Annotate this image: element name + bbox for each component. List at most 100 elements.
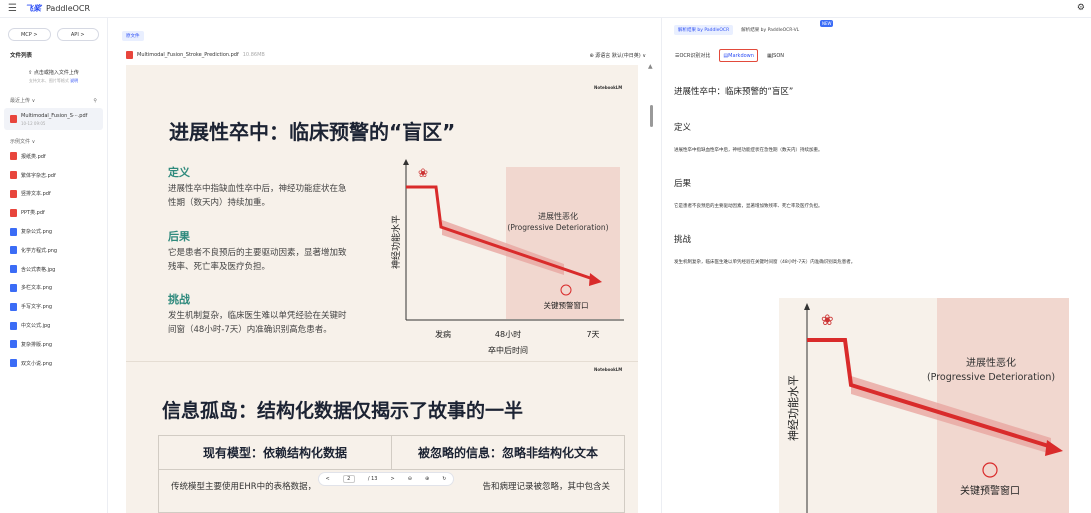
example-files-label[interactable]: 示例文件 ∨ <box>10 138 35 145</box>
upload-help-link[interactable]: 说明 <box>70 78 78 83</box>
zoom-out-icon[interactable]: ⊖ <box>408 476 412 482</box>
scroll-up-icon[interactable]: ▲ <box>648 63 653 70</box>
gear-icon[interactable]: ⚙ <box>1077 3 1085 13</box>
recent-file-name: Multimodal_Fusion_S···.pdf <box>21 112 88 119</box>
document-header: Multimodal_Fusion_Stroke_Prediction.pdf … <box>126 49 646 61</box>
page-total: / 13 <box>367 476 378 482</box>
example-file-item[interactable]: 竖排文本.pdf <box>0 185 107 204</box>
recent-uploads-label[interactable]: 最近上传 ∨ <box>10 97 35 104</box>
example-file-item[interactable]: 手写文字.png <box>0 297 107 316</box>
md-chart-svg: ❀ 神经功能水平 进展性恶化 (Progressive Deterioratio… <box>786 298 1069 513</box>
hamburger-icon[interactable]: ☰ <box>8 3 17 14</box>
scrollbar-thumb[interactable] <box>650 105 653 127</box>
y-axis-arrow <box>403 159 409 165</box>
upload-sub-text: 支持文本、图片等格式 <box>28 77 69 83</box>
upload-main-text: 点击或拖入文件上传 <box>33 69 79 76</box>
example-file-item[interactable]: 中文公式.jpg <box>0 316 107 335</box>
table-header-ignored: 被忽略的信息：忽略非结构化文本 <box>417 446 598 460</box>
md-heading-consequence: 后果 <box>674 179 692 189</box>
page-number-input[interactable]: 2 <box>342 475 355 483</box>
language-select[interactable]: ⊕ 源语言 默认(中日英) ∨ <box>589 52 646 59</box>
recent-file-date: 10-12 09:05 <box>21 120 46 126</box>
definition-heading: 定义 <box>168 166 190 179</box>
document-panel: 原文件 Multimodal_Fusion_Stroke_Prediction.… <box>118 18 656 513</box>
image-file-icon <box>10 227 17 236</box>
definition-block: 定义 进展性卒中指缺血性卒中后，神经功能症状在急性期（数天内）持续加重。 <box>168 164 348 210</box>
image-file-icon <box>10 302 17 311</box>
image-file-icon <box>10 340 17 349</box>
md-title: 进展性卒中：临床预警的“盲区” <box>674 87 794 97</box>
page-divider <box>126 361 638 362</box>
example-file-item[interactable]: 繁体字杂志.pdf <box>0 166 107 185</box>
example-file-item[interactable]: 双文小说.png <box>0 354 107 373</box>
product-name: PaddleOCR <box>45 4 91 13</box>
logo-text: 飞桨 <box>24 4 41 13</box>
example-file-name: 竖排文本.pdf <box>21 191 51 198</box>
example-file-item[interactable]: 报纸类.pdf <box>0 147 107 166</box>
example-file-item[interactable]: 含公式表格.jpg <box>0 260 107 279</box>
chart-y-label: 神经功能水平 <box>390 215 402 269</box>
pdf-file-icon <box>10 152 17 161</box>
example-file-name: 化学方程式.png <box>21 247 58 254</box>
pdf-file-icon <box>10 189 17 198</box>
image-file-icon <box>10 265 17 274</box>
example-file-item[interactable]: 复杂公式.png <box>0 222 107 241</box>
image-file-icon <box>10 283 17 292</box>
tab-ocr-compare[interactable]: ☰ OCR识别对比 <box>672 49 713 62</box>
md-heading-challenge: 挑战 <box>674 235 692 245</box>
slide2-title: 信息孤岛：结构化数据仅揭示了故事的一半 <box>162 400 524 422</box>
pdf-file-icon <box>10 171 17 180</box>
tab-result-paddleocr[interactable]: 解析结果 by PaddleOCR <box>674 25 734 35</box>
upload-area[interactable]: ⇪ 点击或拖入文件上传 支持文本、图片等格式 说明 <box>8 65 99 87</box>
tick-7d: 7天 <box>586 330 599 339</box>
prev-page-button[interactable]: < <box>326 476 330 482</box>
tab-markdown-label: Markdown <box>728 52 754 59</box>
example-file-item[interactable]: 化学方程式.png <box>0 241 107 260</box>
top-bar: ☰ 飞桨 PaddleOCR ⚙ <box>0 0 1091 18</box>
tab-result-paddleocr-vl[interactable]: 解析结果 by PaddleOCR-VL <box>741 25 799 35</box>
rotate-icon[interactable]: ↻ <box>442 476 446 482</box>
image-file-icon <box>10 359 17 368</box>
image-file-icon <box>10 246 17 255</box>
md-embedded-chart-image: ❀ 神经功能水平 进展性恶化 (Progressive Deterioratio… <box>779 298 1069 513</box>
warning-window-zone <box>506 167 620 319</box>
document-scrollbar[interactable]: ▲ <box>645 63 653 493</box>
example-file-name: 复杂排版.png <box>21 341 53 348</box>
example-file-item[interactable]: PPT类.pdf <box>0 203 107 222</box>
mcp-button[interactable]: MCP > <box>8 28 51 41</box>
challenge-block: 挑战 发生机制复杂，临床医生难以单凭经验在关键时间窗（48小时-7天）内准确识别… <box>168 291 348 337</box>
brain-icon: ❀ <box>418 166 428 180</box>
md-zone-label-cn: 进展性恶化 <box>966 356 1016 369</box>
app-root: ☰ 飞桨 PaddleOCR ⚙ MCP > API > 文件列表 ⇪ 点击或拖… <box>0 0 1091 513</box>
page-navigator: < 2 / 13 > ⊖ ⊕ ↻ <box>318 472 454 486</box>
next-page-button[interactable]: > <box>391 476 395 482</box>
document-filename: Multimodal_Fusion_Stroke_Prediction.pdf <box>137 52 239 58</box>
example-file-name: 繁体字杂志.pdf <box>21 172 56 179</box>
md-chart-y-label: 神经功能水平 <box>786 375 800 441</box>
logo[interactable]: 飞桨 PaddleOCR <box>25 3 90 14</box>
recent-file-item[interactable]: Multimodal_Fusion_S···.pdf 10-12 09:05 <box>4 108 103 130</box>
example-file-name: 报纸类.pdf <box>21 153 46 160</box>
window-label: 关键预警窗口 <box>544 300 589 310</box>
zoom-in-icon[interactable]: ⊕ <box>425 476 429 482</box>
example-file-item[interactable]: 复杂排版.png <box>0 335 107 354</box>
markdown-content: 进展性卒中：临床预警的“盲区” 定义 进展性卒中指缺血性卒中后，神经功能症状在急… <box>674 78 1084 265</box>
example-file-name: 多栏文本.png <box>21 285 53 292</box>
notebooklm-brand: NotebookLM <box>594 85 623 90</box>
tab-markdown[interactable]: ▤ Markdown <box>719 49 758 62</box>
api-button[interactable]: API > <box>56 28 99 41</box>
document-filesize: 10.86MB <box>242 52 265 58</box>
search-icon[interactable]: ⚲ <box>93 98 97 104</box>
tab-original-file[interactable]: 原文件 <box>122 31 144 41</box>
example-file-name: 中文公式.jpg <box>21 323 51 330</box>
example-file-item[interactable]: 多栏文本.png <box>0 279 107 298</box>
pdf-file-icon <box>126 51 133 59</box>
new-badge: NEW <box>820 20 834 27</box>
pdf-page-view[interactable]: NotebookLM 进展性卒中：临床预警的“盲区” 定义 进展性卒中指缺血性卒… <box>126 65 638 513</box>
sidebar: MCP > API > 文件列表 ⇪ 点击或拖入文件上传 支持文本、图片等格式 … <box>0 18 108 513</box>
tab-json[interactable]: ▦ JSON <box>764 49 787 62</box>
zone-label-cn: 进展性恶化 <box>538 211 578 221</box>
challenge-heading: 挑战 <box>168 293 190 306</box>
example-file-name: 复杂公式.png <box>21 229 53 236</box>
example-file-list: 报纸类.pdf 繁体字杂志.pdf 竖排文本.pdf PPT类.pdf 复杂公式.png… <box>0 147 107 373</box>
